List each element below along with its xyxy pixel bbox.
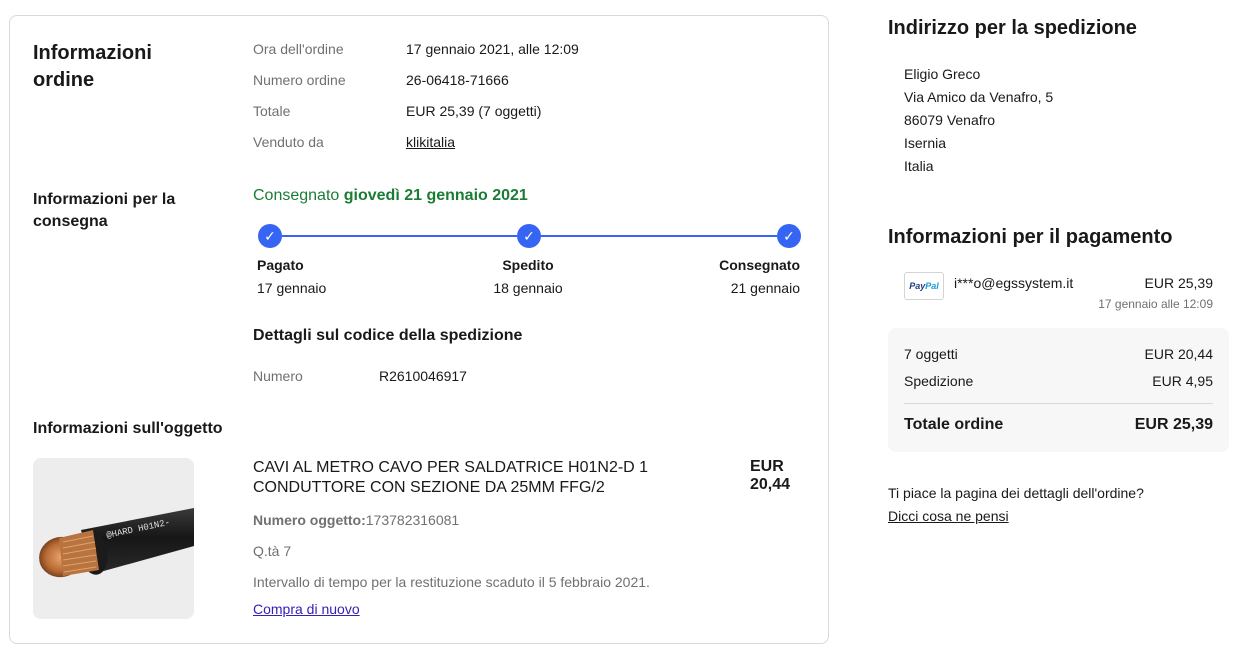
checkmark-icon: ✓ xyxy=(258,224,282,248)
checkmark-icon: ✓ xyxy=(777,224,801,248)
summary-items-label: 7 oggetti xyxy=(904,346,958,362)
step-delivered-date: 21 gennaio xyxy=(730,280,800,296)
tracking-number-label: Numero xyxy=(253,368,303,384)
summary-shipping-value: EUR 4,95 xyxy=(1152,373,1213,389)
step-shipped-label: Spedito xyxy=(502,257,554,273)
return-window-note: Intervallo di tempo per la restituzione … xyxy=(253,574,650,590)
step-paid-label: Pagato xyxy=(257,257,304,273)
address-province: Isernia xyxy=(904,135,947,151)
address-name: Eligio Greco xyxy=(904,66,981,82)
item-quantity: Q.tà 7 xyxy=(253,543,292,559)
payment-account: i***o@egssystem.it xyxy=(954,275,1074,291)
order-info-heading: Informazioni ordine xyxy=(33,42,152,91)
feedback-question: Ti piace la pagina dei dettagli dell'ord… xyxy=(888,485,1144,501)
address-street: Via Amico da Venafro, 5 xyxy=(904,89,1054,105)
order-number-label: Numero ordine xyxy=(253,72,346,88)
delivery-info-heading: Informazioni per la consegna xyxy=(33,191,176,230)
tracking-number-value: R2610046917 xyxy=(379,368,467,384)
order-number-value: 26-06418-71666 xyxy=(406,72,509,88)
order-summary-box: 7 oggetti EUR 20,44 Spedizione EUR 4,95 … xyxy=(888,328,1229,452)
item-price-value: 20,44 xyxy=(750,476,791,493)
shipping-address-heading: Indirizzo per la spedizione xyxy=(888,17,1137,39)
seller-label: Venduto da xyxy=(253,134,324,150)
item-number: Numero oggetto:173782316081 xyxy=(253,512,459,528)
delivery-status-prefix: Consegnato xyxy=(253,187,340,204)
order-total-value: EUR 25,39 (7 oggetti) xyxy=(406,103,542,119)
step-delivered-label: Consegnato xyxy=(719,257,800,273)
payment-info-heading: Informazioni per il pagamento xyxy=(888,226,1173,248)
buy-again-link[interactable]: Compra di nuovo xyxy=(253,601,360,617)
item-info-heading: Informazioni sull'oggetto xyxy=(33,420,223,437)
item-title[interactable]: CAVI AL METRO CAVO PER SALDATRICE H01N2-… xyxy=(253,458,733,498)
delivery-status-date: giovedì 21 gennaio 2021 xyxy=(343,187,528,204)
feedback-link[interactable]: Dicci cosa ne pensi xyxy=(888,508,1009,524)
address-country: Italia xyxy=(904,158,934,174)
summary-total-label: Totale ordine xyxy=(904,416,1004,433)
checkmark-icon: ✓ xyxy=(517,224,541,248)
progress-bar-segment xyxy=(282,235,517,237)
seller-link[interactable]: klikitalia xyxy=(406,134,455,150)
item-number-label: Numero oggetto: xyxy=(253,512,366,528)
step-shipped-date: 18 gennaio xyxy=(493,280,563,296)
progress-bar-segment xyxy=(541,235,777,237)
order-time-label: Ora dell'ordine xyxy=(253,41,344,57)
tracking-heading: Dettagli sul codice della spedizione xyxy=(253,327,523,344)
order-time-value: 17 gennaio 2021, alle 12:09 xyxy=(406,41,579,57)
delivery-status: Consegnato giovedì 21 gennaio 2021 xyxy=(253,187,528,205)
item-number-value: 173782316081 xyxy=(365,512,460,528)
welding-cable-image: @HARD H01N2- xyxy=(39,508,194,578)
summary-items-row: 7 oggetti EUR 20,44 xyxy=(904,346,1213,362)
item-price: EUR 20,44 xyxy=(750,458,810,494)
summary-divider xyxy=(904,403,1213,404)
summary-total-value: EUR 25,39 xyxy=(1134,416,1213,433)
delivery-progress-tracker: ✓ ✓ ✓ xyxy=(258,224,801,248)
item-image[interactable]: @HARD H01N2- xyxy=(33,458,194,619)
payment-amount: EUR 25,39 xyxy=(1144,275,1213,291)
step-paid-date: 17 gennaio xyxy=(257,280,327,296)
summary-shipping-row: Spedizione EUR 4,95 xyxy=(904,373,1213,389)
payment-date: 17 gennaio alle 12:09 xyxy=(1098,297,1213,311)
item-price-currency: EUR xyxy=(750,458,784,475)
summary-items-value: EUR 20,44 xyxy=(1144,346,1213,362)
address-city: 86079 Venafro xyxy=(904,112,996,128)
summary-total-row: Totale ordine EUR 25,39 xyxy=(904,416,1213,434)
summary-shipping-label: Spedizione xyxy=(904,373,974,389)
order-total-label: Totale xyxy=(253,103,291,119)
paypal-logo-icon: Pay Pal xyxy=(904,272,944,300)
